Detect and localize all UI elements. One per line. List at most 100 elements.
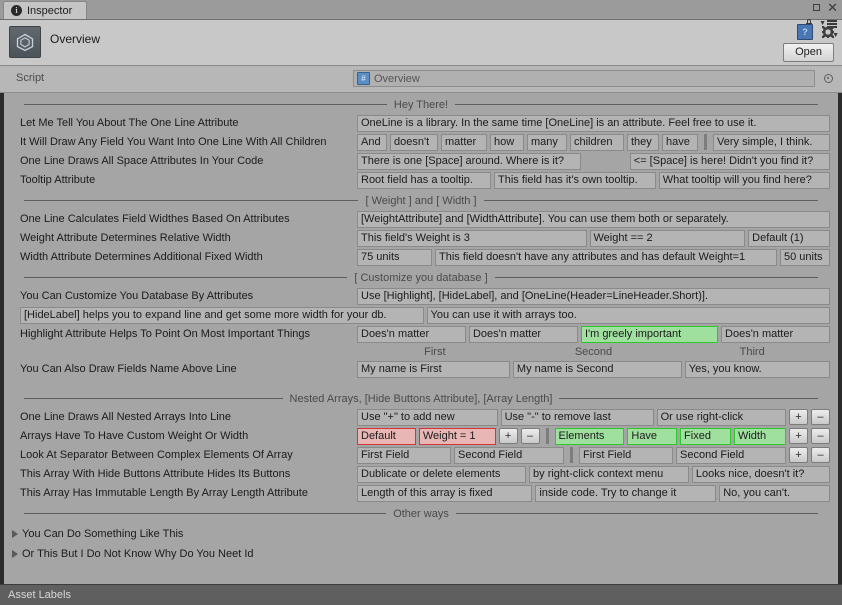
field-group: Length of this array is fixed inside code… bbox=[357, 484, 838, 502]
text-field[interactable]: And bbox=[357, 133, 387, 151]
text-field[interactable]: This field's Weight is 3 bbox=[357, 229, 587, 247]
array-remove-button[interactable]: – bbox=[810, 409, 830, 425]
text-field[interactable]: Weight == 2 bbox=[589, 229, 746, 247]
property-row: Look At Separator Between Complex Elemen… bbox=[4, 446, 838, 464]
text-field[interactable]: Yes, you know. bbox=[684, 360, 830, 378]
foldout-row[interactable]: You Can Do Something Like This bbox=[4, 525, 838, 543]
text-field[interactable]: doesn't bbox=[390, 133, 438, 151]
gear-icon[interactable]: ▼ bbox=[821, 25, 839, 39]
text-field[interactable]: This field has it's own tooltip. bbox=[493, 171, 656, 189]
array-add-button[interactable]: + bbox=[498, 428, 518, 444]
text-field[interactable]: OneLine is a library. In the same time [… bbox=[357, 114, 830, 132]
script-object-field[interactable]: # Overview bbox=[353, 70, 815, 87]
text-field[interactable]: You can use it with arrays too. bbox=[426, 306, 830, 324]
text-field[interactable]: Have bbox=[627, 427, 678, 445]
text-field[interactable]: First Field bbox=[579, 446, 674, 464]
help-book-icon[interactable]: ? bbox=[797, 24, 813, 40]
asset-labels-footer[interactable]: Asset Labels bbox=[0, 584, 842, 605]
array-add-button[interactable]: + bbox=[789, 447, 808, 463]
text-field[interactable]: <= [Space] is here! Didn't you find it? bbox=[629, 152, 830, 170]
text-field[interactable]: have bbox=[662, 133, 698, 151]
text-field[interactable]: My name is First bbox=[357, 360, 510, 378]
text-field[interactable]: Use "+" to add new bbox=[357, 408, 498, 426]
property-row: Arrays Have To Have Custom Weight Or Wid… bbox=[4, 427, 838, 445]
text-field[interactable]: Very simple, I think. bbox=[713, 133, 830, 151]
tab-inspector[interactable]: i Inspector bbox=[3, 1, 88, 19]
text-field[interactable]: There is one [Space] around. Where is it… bbox=[357, 152, 581, 170]
text-field[interactable]: they bbox=[627, 133, 659, 151]
text-field[interactable]: Second Field bbox=[454, 446, 564, 464]
field-group: Dublicate or delete elements by right-cli… bbox=[357, 465, 838, 483]
field-group: There is one [Space] around. Where is it… bbox=[357, 152, 838, 170]
text-field[interactable]: Use [Highlight], [HideLabel], and [OneLi… bbox=[357, 287, 830, 305]
text-field[interactable]: Second Field bbox=[676, 446, 786, 464]
text-field[interactable]: many bbox=[527, 133, 567, 151]
inspector-window: i Inspector ✕ ▼ Overview ? ▼ Open Script… bbox=[0, 0, 842, 605]
section-title: Nested Arrays, [Hide Buttons Attribute],… bbox=[289, 392, 553, 405]
text-field[interactable]: Does'n matter bbox=[721, 325, 830, 343]
text-field[interactable]: Length of this array is fixed bbox=[357, 484, 533, 502]
field-group: [WeightAttribute] and [WidthAttribute]. … bbox=[357, 210, 838, 228]
text-field[interactable]: Does'n matter bbox=[468, 325, 578, 343]
section-rule-right bbox=[483, 200, 819, 201]
property-row: It Will Draw Any Field You Want Into One… bbox=[4, 133, 838, 151]
text-field[interactable]: This field doesn't have any attributes a… bbox=[435, 248, 777, 266]
text-field[interactable]: Width bbox=[733, 427, 787, 445]
object-picker-icon[interactable] bbox=[824, 74, 833, 83]
text-field[interactable]: by right-click context menu bbox=[529, 465, 689, 483]
foldout-label: Or This But I Do Not Know Why Do You Nee… bbox=[22, 548, 254, 560]
text-field[interactable]: First Field bbox=[357, 446, 452, 464]
text-field[interactable]: My name is Second bbox=[512, 360, 682, 378]
text-field[interactable]: [WeightAttribute] and [WidthAttribute]. … bbox=[357, 210, 830, 228]
text-field[interactable]: Fixed bbox=[680, 427, 731, 445]
text-field[interactable]: 75 units bbox=[357, 248, 432, 266]
column-name: First bbox=[424, 346, 446, 358]
field-group: 75 units This field doesn't have any attr… bbox=[357, 248, 838, 266]
close-icon[interactable]: ✕ bbox=[827, 1, 838, 14]
property-row: Width Attribute Determines Additional Fi… bbox=[4, 248, 838, 266]
array-add-button[interactable]: + bbox=[789, 428, 809, 444]
page-title: Overview bbox=[50, 32, 101, 46]
array-separator bbox=[704, 134, 707, 150]
array-remove-button[interactable]: – bbox=[811, 447, 830, 463]
text-field[interactable]: Use "-" to remove last bbox=[500, 408, 654, 426]
column-name-row: First Second Third bbox=[4, 344, 838, 360]
maximize-icon[interactable] bbox=[813, 4, 821, 11]
text-field[interactable]: Dublicate or delete elements bbox=[357, 465, 527, 483]
unity-logo-icon bbox=[9, 26, 41, 58]
text-field[interactable]: Default (1) bbox=[748, 229, 830, 247]
array-remove-button[interactable]: – bbox=[811, 428, 831, 444]
text-field[interactable]: Elements bbox=[554, 427, 625, 445]
text-field[interactable]: Weight = 1 bbox=[418, 427, 496, 445]
info-icon: i bbox=[11, 5, 22, 16]
text-field[interactable]: how bbox=[490, 133, 524, 151]
section-header: [ Customize you database ] bbox=[4, 268, 838, 287]
window-controls: ✕ bbox=[813, 1, 838, 14]
text-field[interactable]: Root field has a tooltip. bbox=[357, 171, 491, 189]
foldout-triangle-icon[interactable] bbox=[12, 550, 18, 558]
text-field[interactable]: Or use right-click bbox=[656, 408, 786, 426]
text-field[interactable]: 50 units bbox=[780, 248, 830, 266]
text-field[interactable]: Default bbox=[357, 427, 416, 445]
text-field[interactable]: I'm greely important bbox=[580, 325, 719, 343]
array-remove-button[interactable]: – bbox=[520, 428, 540, 444]
property-label: Let Me Tell You About The One Line Attri… bbox=[20, 117, 239, 129]
array-add-button[interactable]: + bbox=[788, 409, 808, 425]
text-field[interactable]: What tooltip will you find here? bbox=[658, 171, 830, 189]
header-tools: ? ▼ bbox=[797, 24, 839, 40]
tab-label: Inspector bbox=[27, 4, 73, 17]
text-field[interactable]: Does'n matter bbox=[357, 325, 466, 343]
field-group: Use [Highlight], [HideLabel], and [OneLi… bbox=[357, 287, 838, 305]
text-field[interactable]: [HideLabel] helps you to expand line and… bbox=[20, 306, 424, 324]
foldout-row[interactable]: Or This But I Do Not Know Why Do You Nee… bbox=[4, 545, 838, 563]
text-field[interactable]: Looks nice, doesn't it? bbox=[691, 465, 830, 483]
open-button[interactable]: Open bbox=[783, 43, 834, 62]
text-field[interactable]: matter bbox=[441, 133, 487, 151]
text-field[interactable]: children bbox=[570, 133, 624, 151]
section-rule-right bbox=[455, 104, 818, 105]
text-field[interactable]: No, you can't. bbox=[719, 484, 830, 502]
inspector-body: Hey There! Let Me Tell You About The One … bbox=[0, 93, 842, 584]
property-label: One Line Calculates Field Widthes Based … bbox=[20, 213, 290, 225]
text-field[interactable]: inside code. Try to change it bbox=[535, 484, 717, 502]
foldout-triangle-icon[interactable] bbox=[12, 530, 18, 538]
